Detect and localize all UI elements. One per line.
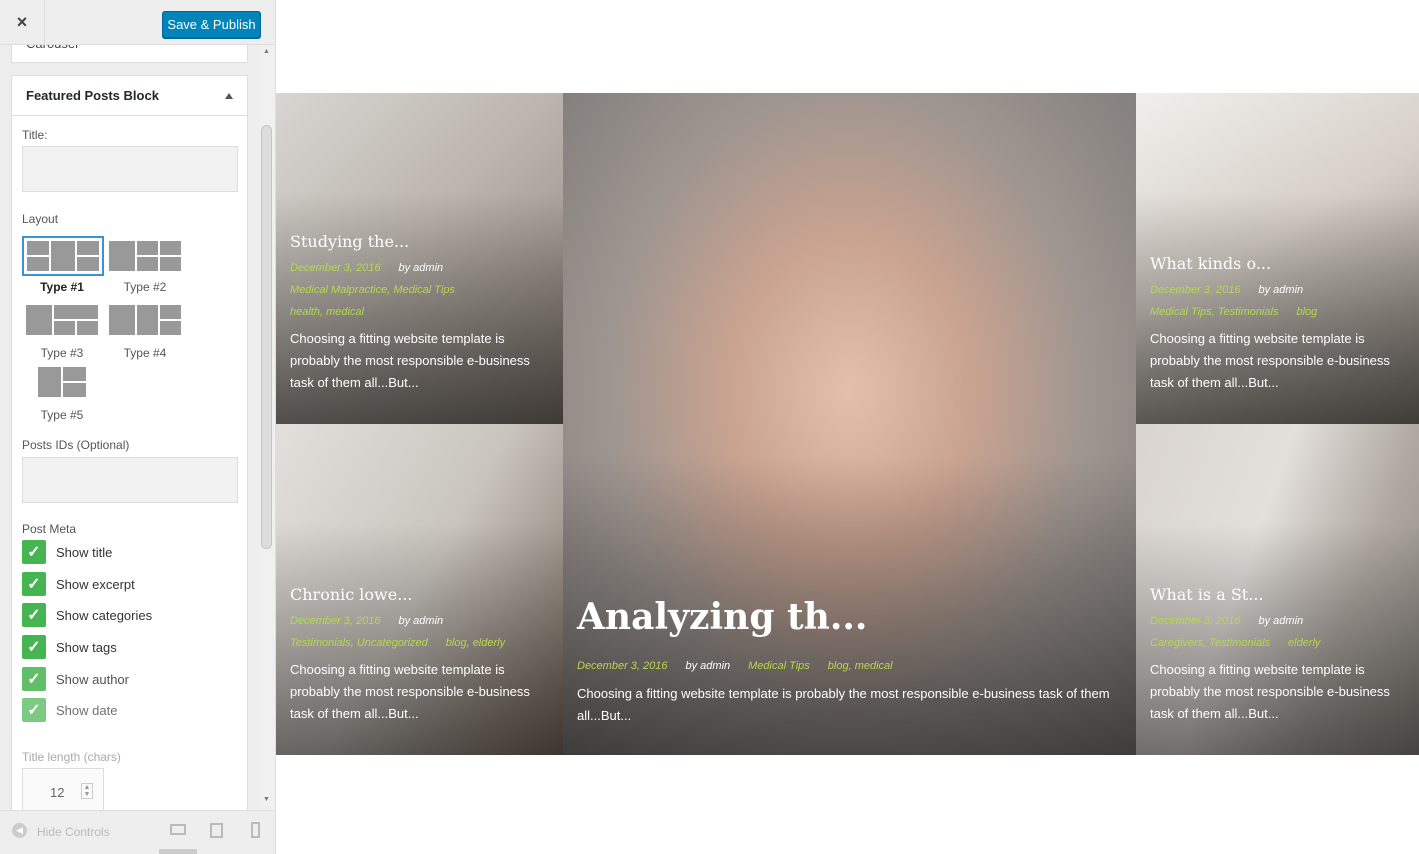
- show-title-checkbox[interactable]: ✓ Show title: [22, 540, 112, 564]
- show-tags-label: Show tags: [56, 639, 117, 655]
- desktop-preview-icon[interactable]: [170, 824, 186, 835]
- post-card-2-featured[interactable]: Analyzing th... December 3, 2016 by admin…: [563, 93, 1136, 755]
- show-excerpt-checkbox[interactable]: ✓ Show excerpt: [22, 572, 135, 596]
- layout-type-1-label: Type #1: [40, 280, 84, 294]
- post-date[interactable]: December 3, 2016: [290, 262, 381, 274]
- post-categories[interactable]: Medical Tips: [748, 660, 810, 672]
- post-excerpt: Choosing a fitting website template is p…: [1150, 331, 1390, 390]
- post-tags[interactable]: blog: [1297, 306, 1318, 318]
- show-categories-checkbox[interactable]: ✓ Show categories: [22, 603, 152, 627]
- panel-header[interactable]: Featured Posts Block: [12, 76, 247, 116]
- hide-controls-icon[interactable]: ◀: [12, 823, 27, 838]
- layout-type-5-label: Type #5: [40, 408, 84, 422]
- layout-type-2-label: Type #2: [123, 280, 167, 294]
- post-date[interactable]: December 3, 2016: [1150, 615, 1241, 627]
- checkmark-icon: ✓: [22, 540, 46, 564]
- hide-controls-button[interactable]: Hide Controls: [37, 825, 110, 839]
- spinner-arrows-icon[interactable]: ▲ ▼: [81, 783, 93, 799]
- mobile-preview-icon[interactable]: [251, 822, 260, 838]
- layout-type-1[interactable]: Type #1: [22, 236, 104, 294]
- post-tags[interactable]: blog, elderly: [446, 637, 505, 649]
- post-excerpt: Choosing a fitting website template is p…: [577, 686, 1110, 723]
- layout-type-2[interactable]: Type #2: [105, 236, 185, 294]
- close-icon[interactable]: ×: [0, 0, 45, 45]
- show-author-label: Show author: [56, 671, 129, 687]
- checkmark-icon: ✓: [22, 603, 46, 627]
- sidebar-scrollbar[interactable]: ▲ ▼: [259, 45, 275, 808]
- checkmark-icon: ✓: [22, 635, 46, 659]
- layout-type-5[interactable]: Type #5: [22, 366, 102, 422]
- post-excerpt: Choosing a fitting website template is p…: [290, 662, 530, 721]
- scroll-down-icon[interactable]: ▼: [263, 796, 270, 803]
- post-excerpt: Choosing a fitting website template is p…: [290, 331, 530, 390]
- post-excerpt: Choosing a fitting website template is p…: [1150, 662, 1390, 721]
- post-card-3[interactable]: What kinds o... December 3, 2016 by admin…: [1136, 93, 1419, 424]
- show-title-label: Show title: [56, 544, 113, 560]
- post-title[interactable]: Studying the...: [290, 232, 409, 251]
- title-length-label: Title length (chars): [22, 750, 121, 764]
- posts-ids-input[interactable]: [22, 457, 238, 503]
- show-date-checkbox[interactable]: ✓ Show date: [22, 698, 117, 722]
- post-card-4[interactable]: Chronic lowe... December 3, 2016 by admin…: [276, 424, 563, 755]
- checkmark-icon: ✓: [22, 698, 46, 722]
- customizer-header: × Save & Publish: [0, 0, 275, 45]
- controls-scroll-area: Carousel Featured Posts Block Title: Lay…: [0, 45, 260, 810]
- post-categories[interactable]: Testimonials, Uncategorized: [290, 637, 428, 649]
- customizer-sidebar: × Save & Publish Carousel Featured Posts…: [0, 0, 276, 854]
- checkmark-icon: ✓: [22, 667, 46, 691]
- layout-type-3[interactable]: Type #3: [22, 304, 102, 360]
- post-meta-label: Post Meta: [22, 522, 77, 536]
- layout-type-4[interactable]: Type #4: [105, 304, 185, 360]
- post-author[interactable]: by admin: [686, 660, 731, 672]
- post-categories[interactable]: Caregivers, Testimonials: [1150, 637, 1270, 649]
- post-author[interactable]: by admin: [1259, 615, 1304, 627]
- post-card-5[interactable]: What is a St... December 3, 2016 by admin…: [1136, 424, 1419, 755]
- post-categories[interactable]: Medical Malpractice, Medical Tips: [290, 284, 550, 296]
- layout-type-3-label: Type #3: [40, 346, 84, 360]
- show-excerpt-label: Show excerpt: [56, 576, 135, 592]
- post-tags[interactable]: health, medical: [290, 306, 550, 318]
- customizer-footer: ◀ Hide Controls: [0, 810, 275, 854]
- post-tags[interactable]: elderly: [1288, 637, 1320, 649]
- post-title[interactable]: What kinds o...: [1150, 254, 1271, 273]
- post-author[interactable]: by admin: [399, 262, 444, 274]
- scrollbar-thumb[interactable]: [261, 125, 272, 549]
- post-categories[interactable]: Medical Tips, Testimonials: [1150, 306, 1279, 318]
- show-author-checkbox[interactable]: ✓ Show author: [22, 667, 129, 691]
- save-publish-button[interactable]: Save & Publish: [162, 11, 261, 38]
- title-length-value: 12: [50, 785, 65, 800]
- post-author[interactable]: by admin: [399, 615, 444, 627]
- post-title[interactable]: What is a St...: [1150, 585, 1264, 604]
- post-categories-tags[interactable]: Caregivers, Testimonials elderly: [1150, 637, 1410, 649]
- post-card-1[interactable]: Studying the... December 3, 2016 by admin…: [276, 93, 563, 424]
- post-categories-tags[interactable]: Medical Tips, Testimonials blog: [1150, 306, 1410, 318]
- post-date[interactable]: December 3, 2016: [1150, 284, 1241, 296]
- featured-posts-preview: Studying the... December 3, 2016 by admin…: [276, 93, 1419, 755]
- show-tags-checkbox[interactable]: ✓ Show tags: [22, 635, 117, 659]
- post-title[interactable]: Chronic lowe...: [290, 585, 412, 604]
- layout-type-4-label: Type #4: [123, 346, 167, 360]
- post-title[interactable]: Analyzing th...: [577, 596, 867, 638]
- title-label: Title:: [22, 128, 48, 142]
- checkmark-icon: ✓: [22, 572, 46, 596]
- carousel-section[interactable]: Carousel: [11, 45, 248, 63]
- scroll-up-icon[interactable]: ▲: [263, 48, 270, 55]
- show-categories-label: Show categories: [56, 607, 153, 623]
- featured-posts-panel: Featured Posts Block Title: Layout Type …: [11, 75, 248, 810]
- post-author[interactable]: by admin: [1259, 284, 1304, 296]
- post-date[interactable]: December 3, 2016: [577, 660, 668, 672]
- tablet-preview-icon[interactable]: [210, 823, 223, 838]
- show-date-label: Show date: [56, 702, 118, 718]
- layout-label: Layout: [22, 212, 59, 226]
- panel-title: Featured Posts Block: [26, 88, 159, 103]
- post-date[interactable]: December 3, 2016: [290, 615, 381, 627]
- active-device-indicator: [159, 849, 197, 854]
- posts-ids-label: Posts IDs (Optional): [22, 438, 130, 452]
- post-tags[interactable]: blog, medical: [828, 660, 893, 672]
- post-categories-tags[interactable]: Testimonials, Uncategorized blog, elderly: [290, 637, 550, 649]
- collapse-arrow-icon[interactable]: [225, 92, 233, 99]
- title-input[interactable]: [22, 146, 238, 192]
- title-length-stepper[interactable]: 12 ▲ ▼: [22, 768, 104, 810]
